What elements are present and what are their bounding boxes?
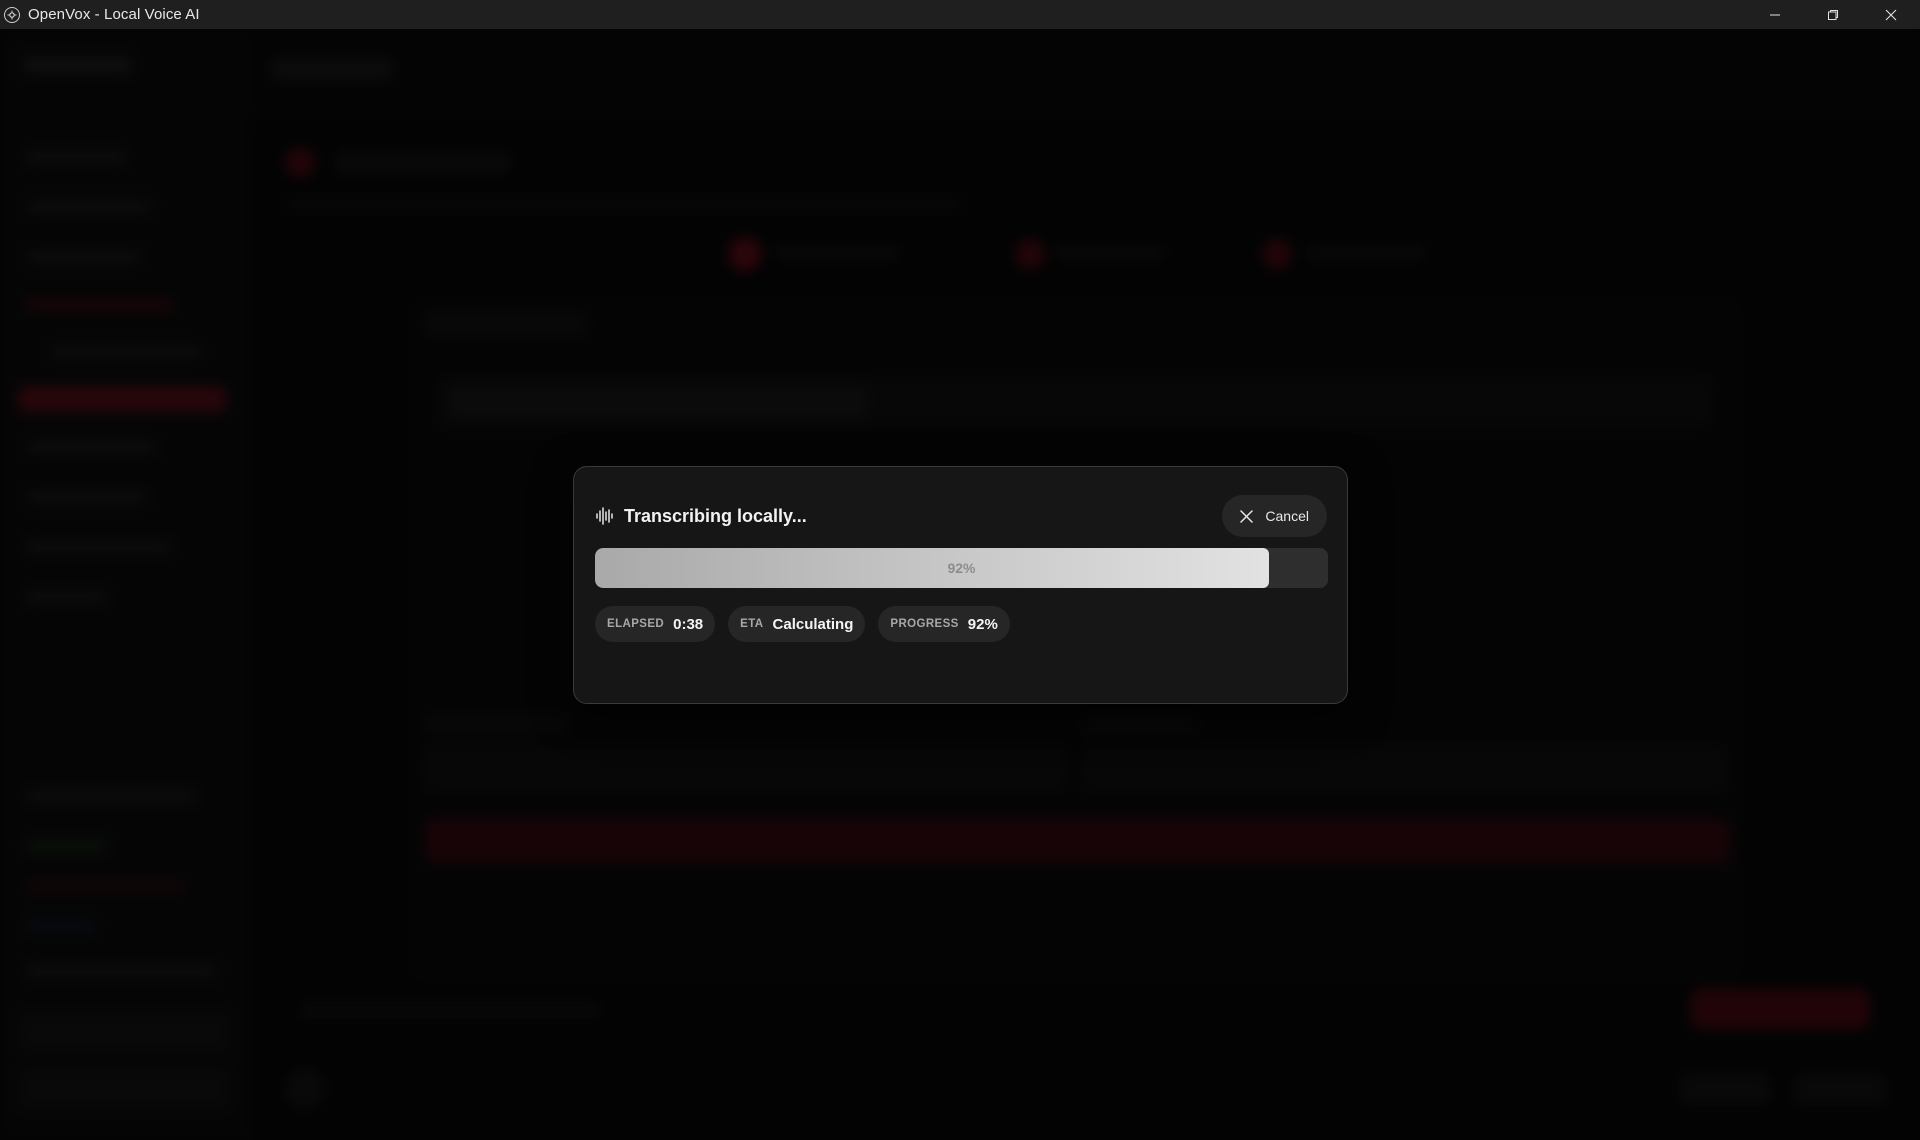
close-icon (1240, 509, 1254, 523)
minimize-icon[interactable] (1746, 0, 1804, 29)
audio-waveform-icon (596, 507, 613, 525)
stat-value: 0:38 (673, 615, 704, 633)
dialog-title: Transcribing locally... (624, 505, 807, 526)
stat-key: ETA (740, 618, 764, 630)
stat-chip-elapsed: ELAPSED 0:38 (595, 606, 716, 642)
stats-row: ELAPSED 0:38 ETA Calculating PROGRESS 92… (595, 606, 1010, 642)
app-logo-icon (4, 6, 20, 23)
close-icon[interactable] (1862, 0, 1920, 29)
window-titlebar: OpenVox - Local Voice AI (0, 0, 1920, 29)
cancel-button[interactable]: Cancel (1222, 495, 1327, 537)
dialog-header: Transcribing locally... Cancel (595, 495, 1327, 537)
cancel-button-label: Cancel (1265, 508, 1309, 524)
stat-value: 92% (967, 615, 998, 633)
stat-key: ELAPSED (607, 618, 665, 630)
restore-icon[interactable] (1804, 0, 1862, 29)
window-title: OpenVox - Local Voice AI (28, 6, 200, 23)
stat-value: Calculating (772, 615, 854, 633)
transcription-progress-dialog: Transcribing locally... Cancel 92% ELAPS… (573, 466, 1348, 704)
progress-bar-label: 92% (947, 560, 976, 576)
stat-chip-progress: PROGRESS 92% (878, 606, 1010, 642)
stat-key: PROGRESS (890, 618, 959, 630)
progress-bar: 92% (595, 548, 1328, 588)
window-controls (1746, 0, 1920, 29)
stat-chip-eta: ETA Calculating (728, 606, 866, 642)
